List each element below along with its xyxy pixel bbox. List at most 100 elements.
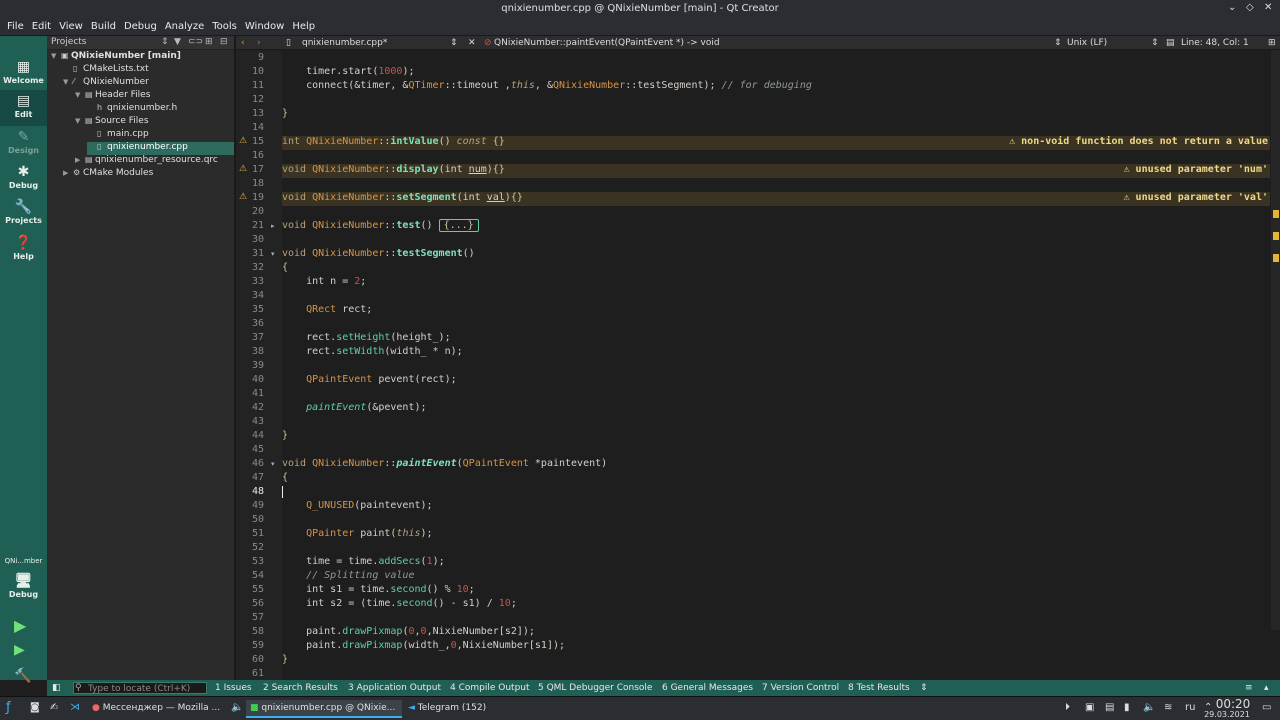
code-line: QPainter paint(this); <box>306 528 433 539</box>
maximize-icon[interactable]: ◇ <box>1246 2 1254 13</box>
tree-item-resource[interactable]: ▶ ▤ qnixienumber_resource.qrc <box>75 155 218 168</box>
split-icon[interactable]: ⊞ <box>205 37 213 47</box>
updates-icon[interactable]: ▤ <box>1105 702 1114 713</box>
forward-icon[interactable]: › <box>257 38 261 48</box>
menu-analyze[interactable]: Analyze <box>161 18 208 32</box>
debug-run-icon[interactable]: ▶ <box>14 642 25 658</box>
tree-item-source-files[interactable]: ▼ ▤ Source Files <box>75 116 149 129</box>
menu-edit[interactable]: Edit <box>28 18 55 32</box>
code-editor[interactable]: 9 10 11 12 13 14 15 16 17 18 19 20 21 30… <box>236 50 1280 680</box>
minimize-icon[interactable]: ⌄ <box>1228 2 1236 13</box>
tree-item-cmakelists[interactable]: ▯ CMakeLists.txt <box>63 64 149 77</box>
app-icon[interactable]: ✍ <box>50 702 58 713</box>
chevron-down-icon[interactable]: ⇕ <box>1054 38 1062 48</box>
taskbar-qtcreator[interactable]: ■ qnixienumber.cpp @ QNixie... <box>246 700 402 718</box>
toggle-progress-icon[interactable]: ≡ <box>1245 683 1253 693</box>
code-line: Q_UNUSED(paintevent); <box>306 500 433 511</box>
mode-welcome[interactable]: ▦ Welcome <box>0 56 47 92</box>
line-number: 13 <box>251 108 264 119</box>
taskbar-firefox[interactable]: ● Мессенджер — Mozilla ... <box>88 700 244 718</box>
filter-icon[interactable]: ▼ <box>174 37 181 47</box>
kit-name[interactable]: QNi...mber <box>0 557 47 565</box>
tree-item-target[interactable]: ▼ ⁄ QNixieNumber <box>63 77 149 90</box>
fedora-menu-icon[interactable]: ƒ <box>6 700 11 715</box>
fold-marker-icon[interactable]: ▾ <box>271 460 279 468</box>
warning-icon[interactable]: ⚠ <box>239 136 249 150</box>
mode-debug[interactable]: ✱ Debug <box>0 161 47 197</box>
warning-message[interactable]: ⚠ unused parameter 'num' <box>1124 164 1271 175</box>
mode-projects[interactable]: 🔧 Projects <box>0 196 47 232</box>
mode-edit[interactable]: ▤ Edit <box>0 90 47 126</box>
close-file-icon[interactable]: ✕ <box>468 38 476 48</box>
battery-icon[interactable]: ▮ <box>1124 702 1130 713</box>
vscode-icon[interactable]: ⋊ <box>70 702 80 713</box>
clock-date[interactable]: 29.03.2021 <box>1200 710 1254 719</box>
expand-icon[interactable]: ▴ <box>1264 683 1269 693</box>
show-desktop-icon[interactable]: ▭ <box>1262 702 1271 713</box>
chevron-down-icon[interactable]: ⇕ <box>1151 38 1159 48</box>
tab-compile-output[interactable]: 4 Compile Output <box>450 683 530 693</box>
build-icon[interactable]: 🔨 <box>14 668 31 684</box>
kit-selector[interactable]: 🖥 Debug <box>0 570 47 606</box>
editor-scrollbar[interactable] <box>1271 50 1280 630</box>
more-tabs-icon[interactable]: ⇕ <box>920 683 928 693</box>
warning-icon[interactable]: ⚠ <box>239 192 249 206</box>
menu-debug[interactable]: Debug <box>120 18 161 32</box>
tab-qml-debugger-console[interactable]: 5 QML Debugger Console <box>538 683 652 693</box>
warning-marker[interactable] <box>1273 210 1279 218</box>
tab-search-results[interactable]: 2 Search Results <box>263 683 338 693</box>
tab-issues[interactable]: 1 Issues <box>215 683 252 693</box>
tree-item-header-files[interactable]: ▼ ▤ Header Files <box>75 90 150 103</box>
menu-build[interactable]: Build <box>87 18 120 32</box>
tree-item-cmake-modules[interactable]: ▶ ⚙ CMake Modules <box>63 168 153 181</box>
locate-input[interactable]: Type to locate (Ctrl+K) <box>73 682 207 694</box>
tree-item-header[interactable]: h qnixienumber.h <box>87 103 177 116</box>
tree-item-qnixienumber-cpp[interactable]: ▯ qnixienumber.cpp <box>87 142 234 155</box>
tab-version-control[interactable]: 7 Version Control <box>762 683 839 693</box>
speaker-icon[interactable]: 🔈 <box>1143 702 1155 713</box>
volume-icon[interactable]: 🔈 <box>231 702 243 713</box>
menu-window[interactable]: Window <box>241 18 288 32</box>
tab-test-results[interactable]: 8 Test Results <box>848 683 910 693</box>
symbol-combo[interactable]: QNixieNumber::paintEvent(QPaintEvent *) … <box>494 38 720 48</box>
warning-message[interactable]: ⚠ non-void function does not return a va… <box>1009 136 1270 147</box>
tree-project-root[interactable]: ▼ ▣ QNixieNumber [main] <box>51 51 234 64</box>
collapsed-block[interactable]: {...} <box>438 219 479 232</box>
menu-file[interactable]: File <box>3 18 28 32</box>
warning-message[interactable]: ⚠ unused parameter 'val' <box>1124 192 1271 203</box>
split-editor-icon[interactable]: ⊞ <box>1268 38 1276 48</box>
warning-icon[interactable]: ⚠ <box>239 164 249 178</box>
warning-marker[interactable] <box>1273 232 1279 240</box>
fold-marker-icon[interactable]: ▾ <box>271 250 279 258</box>
tab-application-output[interactable]: 3 Application Output <box>348 683 441 693</box>
cursor-position[interactable]: Line: 48, Col: 1 <box>1181 38 1249 48</box>
fold-marker-icon[interactable]: ▸ <box>271 222 279 230</box>
close-panel-icon[interactable]: ⊟ <box>220 37 228 47</box>
discord-icon[interactable]: ◙ <box>30 702 40 713</box>
menu-view[interactable]: View <box>55 18 87 32</box>
open-file-combo[interactable]: qnixienumber.cpp* <box>302 38 387 48</box>
mode-design[interactable]: ✎ Design <box>0 126 47 162</box>
taskbar-telegram[interactable]: ◄ Telegram (152) <box>404 700 560 718</box>
media-icon[interactable]: ⏵ <box>1065 702 1070 713</box>
wifi-icon[interactable]: ≋ <box>1164 702 1172 713</box>
menu-help[interactable]: Help <box>288 18 319 32</box>
run-icon[interactable]: ▶ <box>14 616 26 635</box>
close-icon[interactable]: ✕ <box>1264 2 1272 13</box>
link-icon[interactable]: ⊂⊃ <box>188 37 203 47</box>
mode-help[interactable]: ❓ Help <box>0 232 47 268</box>
warning-marker[interactable] <box>1273 254 1279 262</box>
line-ending-combo[interactable]: Unix (LF) <box>1067 38 1107 48</box>
dropdown-icon[interactable]: ⇕ <box>161 37 169 47</box>
clipboard-icon[interactable]: ▣ <box>1085 702 1094 713</box>
tree-item-main[interactable]: ▯ main.cpp <box>87 129 149 142</box>
toggle-sidebar-icon[interactable]: ◧ <box>52 683 61 693</box>
tab-general-messages[interactable]: 6 General Messages <box>662 683 753 693</box>
menu-tools[interactable]: Tools <box>208 18 241 32</box>
line-number: 43 <box>251 416 264 427</box>
chevron-down-icon[interactable]: ⇕ <box>450 38 458 48</box>
keyboard-layout[interactable]: ru <box>1185 702 1195 713</box>
line-number: 54 <box>251 570 264 581</box>
clock-time[interactable]: 00:20 <box>1212 697 1254 711</box>
back-icon[interactable]: ‹ <box>241 38 245 48</box>
